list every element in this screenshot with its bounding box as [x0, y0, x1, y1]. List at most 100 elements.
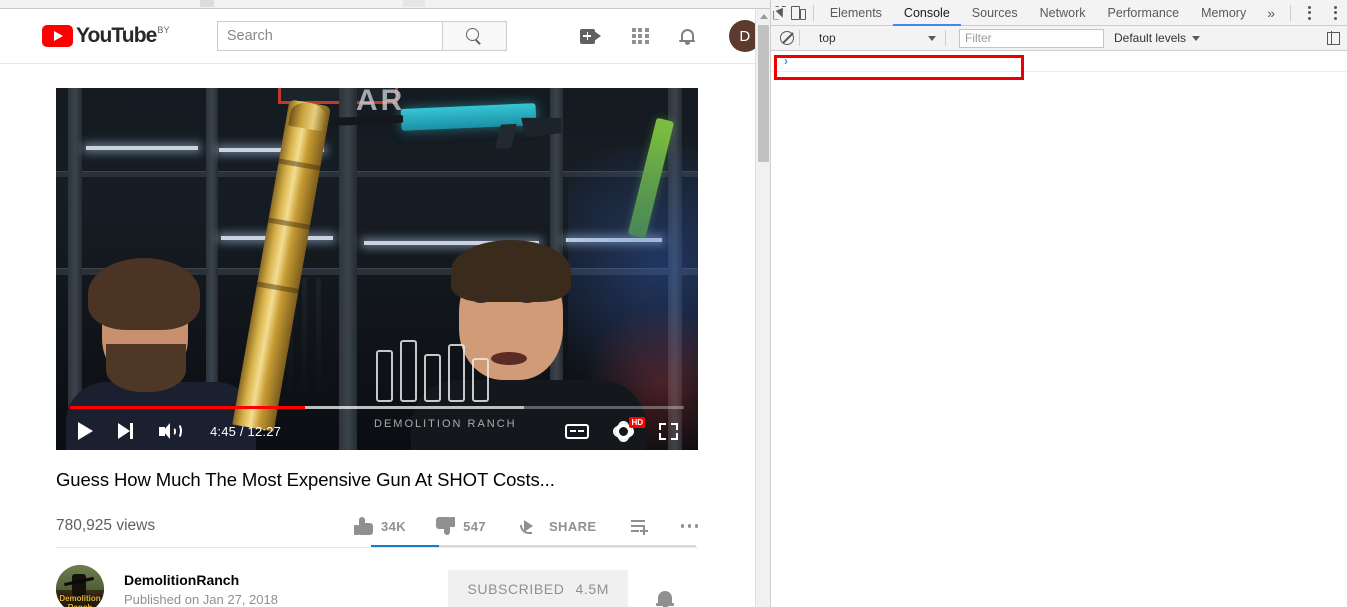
meta-divider: [56, 547, 698, 548]
channel-avatar-caption: Demolition Ranch: [59, 594, 101, 607]
more-vertical-icon: [1307, 5, 1311, 20]
share-button[interactable]: SHARE: [519, 518, 597, 534]
chrome-strip-nub-secondary: [403, 0, 425, 7]
search-input[interactable]: Search: [216, 21, 442, 51]
devtools-menu-button[interactable]: [1296, 0, 1322, 26]
scrollbar-thumb[interactable]: [758, 25, 769, 162]
search-area: Search: [216, 21, 507, 51]
channel-name[interactable]: DemolitionRanch: [124, 572, 278, 588]
console-levels-value: Default levels: [1114, 31, 1187, 45]
search-icon: [465, 27, 483, 45]
apps-grid-icon: [631, 27, 649, 45]
video-player[interactable]: AR DEMOLITION RANCH 4:45 / 12:27 HD: [56, 88, 698, 450]
video-camera-plus-icon: [579, 28, 602, 44]
close-icon: [1333, 5, 1337, 20]
tab-console[interactable]: Console: [893, 0, 961, 26]
console-levels-select[interactable]: Default levels: [1114, 31, 1201, 45]
console-prompt-caret-icon: ›: [784, 54, 788, 68]
bell-icon: [679, 27, 696, 46]
thumbs-up-icon: [354, 517, 374, 535]
inspect-element-icon: [773, 5, 788, 20]
channel-row: Demolition Ranch DemolitionRanch Publish…: [56, 561, 698, 607]
console-output-area[interactable]: ›: [771, 51, 1347, 607]
channel-text: DemolitionRanch Published on Jan 27, 201…: [124, 572, 278, 607]
tab-sources[interactable]: Sources: [961, 0, 1029, 26]
share-arrow-icon: [519, 519, 540, 534]
clear-console-icon[interactable]: [780, 31, 794, 45]
tab-elements[interactable]: Elements: [819, 0, 893, 26]
published-date: Published on Jan 27, 2018: [124, 591, 278, 607]
browser-chrome-strip: [0, 0, 770, 9]
volume-icon: [159, 422, 182, 440]
youtube-logo[interactable]: YouTube BY: [42, 24, 170, 48]
youtube-play-mark-icon: [42, 25, 73, 47]
like-ratio-bar: [371, 545, 696, 547]
video-actions: 34K 547 SHARE: [354, 517, 698, 535]
filterbar-divider-2: [945, 30, 946, 46]
console-prompt-row[interactable]: ›: [771, 51, 1347, 72]
player-controls: 4:45 / 12:27 HD: [56, 412, 698, 450]
device-toolbar-button[interactable]: [790, 0, 809, 26]
fullscreen-icon: [659, 422, 678, 440]
fullscreen-button[interactable]: [659, 422, 678, 440]
youtube-page: YouTube BY Search D AR DEMOLITION RANCH …: [0, 9, 770, 607]
play-button[interactable]: [78, 422, 93, 440]
subscribe-button[interactable]: SUBSCRIBED 4.5M: [448, 570, 628, 607]
inspect-element-button[interactable]: [771, 0, 790, 26]
create-video-button[interactable]: [579, 28, 602, 44]
chevron-down-icon-levels: [1192, 35, 1201, 41]
add-to-playlist-icon: [630, 518, 649, 535]
youtube-country-code: BY: [157, 25, 170, 35]
devtools-toolbar: Elements Console Sources Network Perform…: [771, 0, 1347, 26]
console-sidebar-toggle-button[interactable]: [1320, 25, 1346, 51]
thumbs-down-icon: [436, 517, 456, 535]
page-scrollbar[interactable]: [755, 9, 770, 607]
tab-memory[interactable]: Memory: [1190, 0, 1257, 26]
quality-badge: HD: [629, 417, 645, 428]
chevron-down-icon: [928, 35, 936, 41]
channel-avatar[interactable]: Demolition Ranch: [56, 565, 104, 607]
screen-root: YouTube BY Search D AR DEMOLITION RANCH …: [0, 0, 1347, 607]
video-time-display: 4:45 / 12:27: [210, 423, 282, 439]
console-filter-placeholder: Filter: [965, 31, 992, 45]
search-placeholder: Search: [226, 28, 273, 44]
next-video-icon: [118, 423, 134, 439]
filterbar-right: [1320, 25, 1346, 51]
console-context-select[interactable]: top: [815, 29, 940, 48]
tab-network[interactable]: Network: [1029, 0, 1097, 26]
page-title: Guess How Much The Most Expensive Gun At…: [56, 469, 555, 490]
filterbar-divider-1: [799, 30, 800, 46]
console-filter-input[interactable]: Filter: [959, 28, 1104, 48]
save-to-playlist-button[interactable]: [630, 518, 649, 535]
devtools-close-button[interactable]: [1322, 0, 1347, 26]
toolbar-divider: [813, 4, 814, 21]
video-progress-bar[interactable]: [70, 406, 684, 409]
subscribe-label: SUBSCRIBED: [467, 581, 565, 597]
dislike-button[interactable]: 547: [436, 517, 486, 535]
settings-button[interactable]: HD: [613, 417, 645, 442]
player-controls-right: HD: [565, 417, 678, 442]
more-actions-button[interactable]: [680, 524, 698, 528]
next-video-button[interactable]: [118, 423, 134, 439]
devtools-tabs: Elements Console Sources Network Perform…: [819, 0, 1285, 26]
like-button[interactable]: 34K: [354, 517, 406, 535]
youtube-logo-text: YouTube: [76, 24, 157, 47]
more-tabs-button[interactable]: »: [1257, 5, 1285, 21]
console-context-value: top: [819, 31, 836, 45]
tab-performance[interactable]: Performance: [1097, 0, 1191, 26]
scroll-up-arrow-icon[interactable]: [756, 10, 770, 23]
search-button[interactable]: [441, 21, 507, 51]
view-count: 780,925 views: [56, 517, 156, 534]
chrome-strip-nub: [200, 0, 214, 7]
video-frame-image: AR DEMOLITION RANCH: [56, 88, 698, 450]
volume-button[interactable]: [159, 422, 182, 440]
youtube-apps-button[interactable]: [631, 27, 649, 45]
share-label: SHARE: [548, 518, 597, 534]
dislike-count: 547: [463, 518, 486, 534]
more-horizontal-icon: [680, 524, 698, 528]
masthead-actions: D: [579, 20, 761, 52]
captions-button[interactable]: [565, 423, 589, 439]
play-icon: [78, 422, 93, 440]
devtools-panel: Elements Console Sources Network Perform…: [770, 0, 1347, 607]
notifications-button[interactable]: [679, 27, 696, 46]
